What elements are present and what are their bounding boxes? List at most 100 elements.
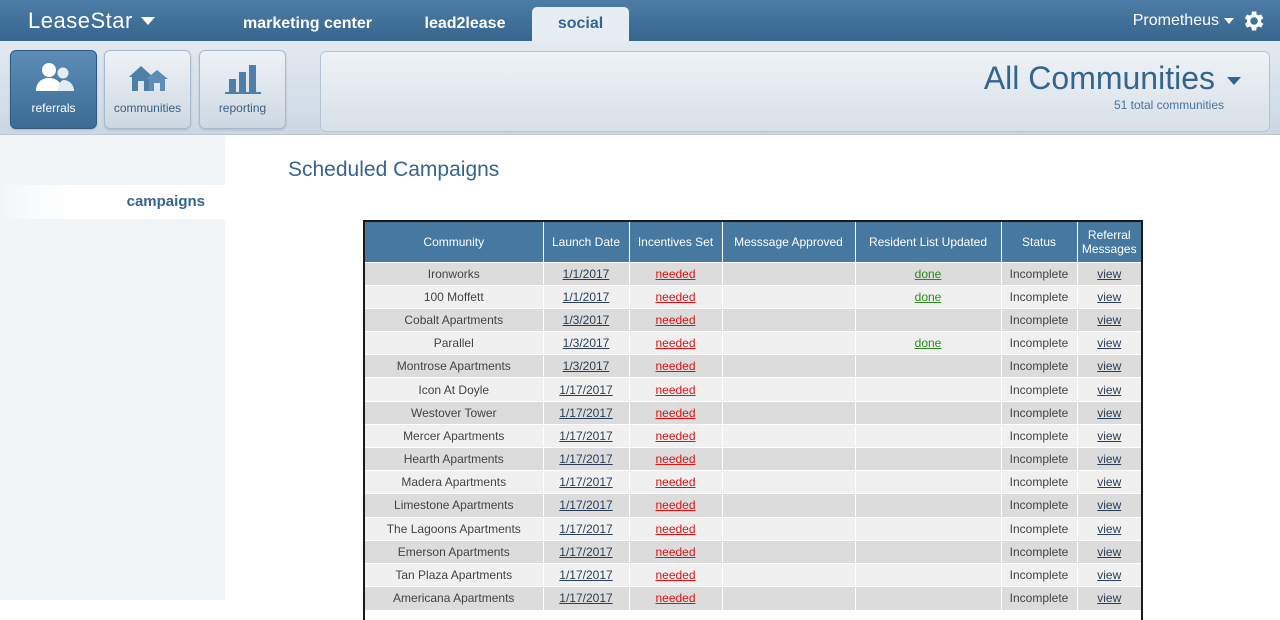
launch-date-link[interactable]: 1/3/2017 (563, 336, 610, 350)
incentives-link[interactable]: needed (655, 359, 695, 373)
view-messages-cell: view (1077, 562, 1141, 587)
incentives-cell: needed (629, 377, 723, 402)
gear-icon[interactable] (1240, 8, 1266, 34)
view-messages-link[interactable]: view (1097, 429, 1121, 443)
tab-marketing-center[interactable]: marketing center (230, 7, 385, 41)
incentives-link[interactable]: needed (655, 290, 695, 304)
launch-date-link[interactable]: 1/17/2017 (559, 406, 612, 420)
community-cell: Ironworks (365, 261, 544, 286)
view-messages-link[interactable]: view (1097, 267, 1121, 281)
launch-date-link[interactable]: 1/1/2017 (563, 290, 610, 304)
launch-date-link[interactable]: 1/1/2017 (563, 267, 610, 281)
user-menu[interactable]: Prometheus (1133, 8, 1266, 34)
view-messages-link[interactable]: view (1097, 475, 1121, 489)
tab-social[interactable]: social (532, 7, 629, 41)
incentives-link[interactable]: needed (655, 383, 695, 397)
launch-date-link[interactable]: 1/17/2017 (559, 591, 612, 605)
column-header: Resident List Updated (855, 222, 1002, 262)
launch-date-cell: 1/17/2017 (543, 562, 630, 587)
incentives-link[interactable]: needed (655, 452, 695, 466)
page-title: Scheduled Campaigns (288, 158, 500, 181)
community-cell: Montrose Apartments (365, 354, 544, 378)
table-row: Madera Apartments 1/17/2017 needed Incomple… (365, 470, 1141, 494)
community-cell: Emerson Apartments (365, 539, 544, 564)
launch-date-link[interactable]: 1/3/2017 (563, 313, 610, 327)
launch-date-link[interactable]: 1/3/2017 (563, 359, 610, 373)
resident-list-cell (855, 377, 1002, 402)
view-messages-cell: view (1077, 423, 1141, 448)
incentives-link[interactable]: needed (655, 498, 695, 512)
view-messages-link[interactable]: view (1097, 522, 1121, 536)
view-messages-cell: view (1077, 586, 1141, 610)
view-messages-link[interactable]: view (1097, 591, 1121, 605)
launch-date-cell: 1/1/2017 (543, 261, 630, 286)
sub-toolbar: referrals communities reporting All Comm… (0, 41, 1280, 135)
launch-date-link[interactable]: 1/17/2017 (559, 545, 612, 559)
incentives-link[interactable]: needed (655, 336, 695, 350)
status-cell: Incomplete (1001, 516, 1078, 541)
incentives-link[interactable]: needed (655, 522, 695, 536)
bar-chart-icon (224, 65, 261, 94)
app-logo[interactable]: LeaseStar (28, 8, 155, 34)
view-messages-link[interactable]: view (1097, 313, 1121, 327)
community-cell: Limestone Apartments (365, 493, 544, 518)
nav-reporting-button[interactable]: reporting (199, 50, 286, 129)
incentives-link[interactable]: needed (655, 429, 695, 443)
incentives-link[interactable]: needed (655, 475, 695, 489)
table-row: Mercer Apartments 1/17/2017 needed Incomple… (365, 423, 1141, 448)
launch-date-cell: 1/17/2017 (543, 423, 630, 448)
column-header: Incentives Set (629, 222, 723, 262)
incentives-link[interactable]: needed (655, 313, 695, 327)
launch-date-link[interactable]: 1/17/2017 (559, 522, 612, 536)
table-row: Americana Apartments 1/17/2017 needed Incom… (365, 586, 1141, 610)
view-messages-link[interactable]: view (1097, 290, 1121, 304)
incentives-link[interactable]: needed (655, 406, 695, 420)
message-approved-cell (722, 354, 856, 378)
status-cell: Incomplete (1001, 446, 1078, 471)
nav-communities-button[interactable]: communities (104, 50, 191, 129)
incentives-cell: needed (629, 586, 723, 610)
launch-date-link[interactable]: 1/17/2017 (559, 475, 612, 489)
view-messages-link[interactable]: view (1097, 383, 1121, 397)
view-messages-link[interactable]: view (1097, 568, 1121, 582)
message-approved-cell (722, 470, 856, 494)
tab-lead2lease[interactable]: lead2lease (410, 7, 520, 41)
resident-list-cell (855, 354, 1002, 378)
view-messages-link[interactable]: view (1097, 336, 1121, 350)
users-icon (35, 63, 74, 91)
sidebar: campaigns (0, 135, 225, 600)
view-messages-link[interactable]: view (1097, 498, 1121, 512)
chevron-down-icon (1224, 18, 1234, 24)
view-messages-link[interactable]: view (1097, 406, 1121, 420)
community-title[interactable]: All Communities (984, 60, 1241, 97)
incentives-link[interactable]: needed (655, 267, 695, 281)
incentives-link[interactable]: needed (655, 591, 695, 605)
community-cell: Mercer Apartments (365, 423, 544, 448)
logo-text: LeaseStar (28, 8, 133, 33)
launch-date-link[interactable]: 1/17/2017 (559, 568, 612, 582)
sidebar-item-campaigns[interactable]: campaigns (0, 185, 225, 219)
resident-list-link[interactable]: done (915, 267, 942, 281)
incentives-link[interactable]: needed (655, 568, 695, 582)
resident-list-link[interactable]: done (915, 290, 942, 304)
user-name: Prometheus (1132, 12, 1219, 29)
view-messages-link[interactable]: view (1097, 452, 1121, 466)
view-messages-link[interactable]: view (1097, 545, 1121, 559)
launch-date-link[interactable]: 1/17/2017 (559, 498, 612, 512)
incentives-cell: needed (629, 331, 723, 355)
view-messages-link[interactable]: view (1097, 359, 1121, 373)
resident-list-link[interactable]: done (915, 336, 942, 350)
nav-referrals-button[interactable]: referrals (10, 50, 97, 129)
incentives-cell: needed (629, 284, 723, 309)
launch-date-link[interactable]: 1/17/2017 (559, 452, 612, 466)
incentives-link[interactable]: needed (655, 545, 695, 559)
message-approved-cell (722, 586, 856, 610)
status-cell: Incomplete (1001, 261, 1078, 286)
launch-date-link[interactable]: 1/17/2017 (559, 383, 612, 397)
incentives-cell: needed (629, 446, 723, 471)
message-approved-cell (722, 539, 856, 564)
message-approved-cell (722, 562, 856, 587)
launch-date-cell: 1/17/2017 (543, 516, 630, 541)
launch-date-link[interactable]: 1/17/2017 (559, 429, 612, 443)
community-selector[interactable]: All Communities 51 total communities (320, 51, 1270, 132)
